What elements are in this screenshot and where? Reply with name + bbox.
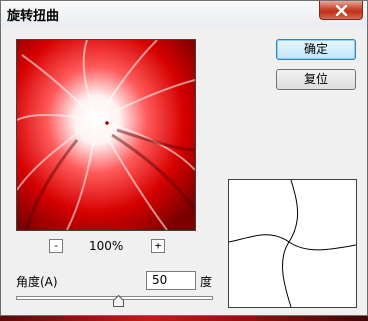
reset-button[interactable]: 复位 bbox=[276, 69, 356, 90]
dialog-title: 旋转扭曲 bbox=[7, 9, 60, 24]
close-icon bbox=[335, 5, 348, 16]
zoom-out-button[interactable]: - bbox=[49, 239, 63, 253]
twirl-curve-preview bbox=[228, 179, 357, 308]
twirl-dialog: 旋转扭曲 - 100% + 确定 复位 角度(A) 50 度 bbox=[0, 0, 368, 316]
zoom-in-button[interactable]: + bbox=[151, 239, 165, 253]
zoom-level: 100% bbox=[89, 239, 124, 253]
slider-thumb-icon[interactable] bbox=[113, 295, 124, 307]
preview-image[interactable] bbox=[16, 39, 196, 231]
title-bar: 旋转扭曲 bbox=[1, 1, 367, 27]
angle-unit: 度 bbox=[200, 275, 213, 289]
ok-button[interactable]: 确定 bbox=[276, 39, 356, 60]
close-button[interactable] bbox=[319, 1, 363, 20]
angle-input[interactable]: 50 bbox=[146, 271, 196, 290]
angle-label: 角度(A) bbox=[16, 275, 58, 289]
